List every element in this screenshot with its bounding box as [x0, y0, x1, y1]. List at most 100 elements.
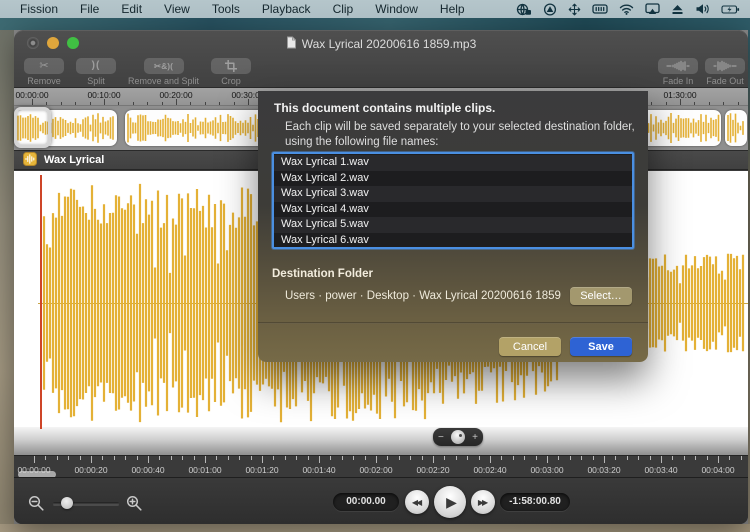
menu-item[interactable]: Playback	[251, 2, 322, 16]
ruler-tick	[162, 102, 163, 105]
fast-forward-button[interactable]: ▶▶	[471, 490, 495, 514]
rewind-button[interactable]: ◀◀	[405, 490, 429, 514]
file-row[interactable]: Wax Lyrical 3.wav	[274, 186, 632, 202]
ruler-tick	[125, 456, 126, 460]
wifi-icon[interactable]	[619, 3, 634, 15]
toolbar-button[interactable]: ✂ Remove	[24, 58, 64, 86]
eject-icon[interactable]	[671, 4, 684, 15]
volume-knob[interactable]	[451, 430, 465, 444]
overview-clip[interactable]	[725, 110, 747, 146]
zoom-slider-thumb[interactable]	[61, 497, 73, 509]
volume-minus-icon[interactable]: −	[438, 432, 444, 443]
menu-item[interactable]: Edit	[110, 2, 153, 16]
ruler-tick	[479, 456, 480, 460]
zoom-slider[interactable]	[53, 496, 119, 510]
save-button[interactable]: Save	[570, 337, 632, 356]
airport-icon[interactable]	[543, 3, 557, 16]
file-name-list[interactable]: Wax Lyrical 1.wavWax Lyrical 2.wavWax Ly…	[272, 152, 634, 249]
keyboard-icon[interactable]	[592, 3, 608, 15]
track-name: Wax Lyrical	[44, 154, 104, 166]
ruler-tick	[422, 456, 423, 460]
ruler-tick	[90, 102, 91, 105]
toolbar-button[interactable]: Crop	[211, 58, 251, 86]
time-label: 00:02:00	[359, 465, 392, 475]
menu-item[interactable]: Tools	[201, 2, 251, 16]
time-label: 00:00:40	[131, 465, 164, 475]
toolbar-left-group: ✂ Remove )( Split ✂&)( Remove and Split	[24, 58, 251, 86]
ruler-tick	[684, 456, 685, 460]
select-button[interactable]: Select…	[570, 287, 632, 305]
toolbar-button[interactable]: ✂&)( Remove and Split	[128, 58, 199, 86]
ruler-tick	[102, 456, 103, 460]
ruler-tick	[581, 456, 582, 460]
playhead[interactable]	[40, 175, 42, 429]
play-button[interactable]: ▶	[434, 486, 466, 518]
rewind-icon: ◀◀	[412, 498, 420, 507]
ruler-tick	[490, 456, 491, 463]
toolbar-button[interactable]: )( Split	[76, 58, 116, 86]
toolbar-button[interactable]: Fade Out	[705, 58, 745, 86]
toolbar-button[interactable]: Fade In	[658, 58, 698, 86]
network-vpn-icon[interactable]	[516, 3, 532, 16]
split: )(	[76, 58, 116, 74]
ruler-tick	[627, 456, 628, 460]
ruler-tick	[342, 456, 343, 460]
ruler-tick	[501, 456, 502, 460]
clip-volume-control[interactable]: − +	[433, 428, 483, 446]
volume-plus-icon[interactable]: +	[472, 432, 478, 443]
menu-item[interactable]: Fission	[9, 2, 69, 16]
ruler-tick	[133, 102, 134, 105]
ruler-tick	[666, 102, 667, 105]
ruler-tick	[262, 456, 263, 463]
visible-range-selector[interactable]	[14, 107, 51, 148]
play-icon: ▶	[446, 494, 457, 511]
file-row[interactable]: Wax Lyrical 6.wav	[274, 233, 632, 249]
zoom-in-button[interactable]	[126, 495, 143, 517]
file-row[interactable]: Wax Lyrical 1.wav	[274, 155, 632, 171]
ruler-tick	[114, 456, 115, 460]
ruler-tick	[353, 456, 354, 460]
toolbar-right-group: Fade In Fade Out	[658, 58, 745, 86]
file-row[interactable]: Wax Lyrical 5.wav	[274, 217, 632, 233]
dialog-body: Each clip will be saved separately to yo…	[285, 120, 635, 150]
window-title: Wax Lyrical 20200616 1859.mp3	[14, 35, 748, 53]
airplay-icon[interactable]	[645, 3, 660, 15]
volume-icon[interactable]	[695, 3, 710, 15]
window-chrome: Wax Lyrical 20200616 1859.mp3 ✂ Remove )…	[14, 30, 748, 88]
ruler-tick	[615, 456, 616, 460]
editor-timeline-ruler[interactable]: 00:00:0000:00:2000:00:4000:01:0000:01:20…	[14, 455, 748, 477]
menu-item[interactable]: Help	[429, 2, 476, 16]
ruler-tick	[650, 456, 651, 460]
ruler-tick	[319, 456, 320, 463]
battery-icon[interactable]	[721, 4, 740, 15]
time-label: 00:00:00	[17, 465, 50, 475]
ruler-tick	[308, 456, 309, 460]
ruler-tick	[680, 99, 681, 105]
fade-in	[658, 58, 698, 74]
ruler-tick	[558, 456, 559, 460]
ruler-tick	[729, 456, 730, 460]
ruler-tick	[171, 456, 172, 460]
move-icon[interactable]	[568, 3, 581, 16]
menu-item[interactable]: Clip	[322, 2, 365, 16]
ruler-tick	[118, 102, 119, 105]
dialog-body-line1: Each clip will be saved separately to yo…	[285, 120, 635, 135]
ruler-tick	[723, 102, 724, 105]
ruler-tick	[433, 456, 434, 463]
file-row[interactable]: Wax Lyrical 4.wav	[274, 202, 632, 218]
ruler-tick	[46, 102, 47, 105]
ruler-tick	[248, 99, 249, 105]
zoom-out-button[interactable]	[28, 495, 45, 517]
time-label: 00:01:00	[188, 465, 221, 475]
menu-item[interactable]: View	[153, 2, 201, 16]
crop	[211, 58, 251, 74]
ruler-tick	[147, 102, 148, 105]
cancel-button[interactable]: Cancel	[499, 337, 561, 356]
menu-item[interactable]: File	[69, 2, 110, 16]
desktop: FissionFileEditViewToolsPlaybackClipWind…	[0, 0, 750, 532]
time-label: 00:03:00	[530, 465, 563, 475]
file-row[interactable]: Wax Lyrical 2.wav	[274, 171, 632, 187]
ruler-tick	[216, 456, 217, 460]
time-label: 00:03:40	[644, 465, 677, 475]
menu-item[interactable]: Window	[364, 2, 429, 16]
